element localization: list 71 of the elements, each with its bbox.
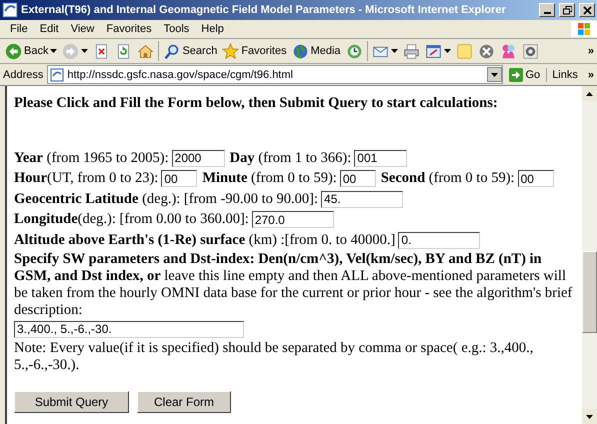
close-button[interactable]	[579, 3, 595, 17]
field-label: Geocentric Latitude (deg.): [from -90.00 to 90.00]:	[14, 190, 318, 208]
input-field[interactable]: 3.,400., 5.,-6.,-30.	[14, 320, 244, 338]
search-icon	[163, 42, 180, 60]
dropdown-arrow-icon[interactable]	[444, 49, 451, 53]
submit-button[interactable]: Submit Query	[14, 390, 129, 412]
input-field[interactable]: 00	[340, 170, 376, 188]
menu-item[interactable]: Help	[195, 23, 230, 35]
address-label: Address	[3, 68, 44, 80]
minimize-icon	[544, 12, 550, 14]
go-button[interactable]: Go	[506, 68, 542, 82]
input-field[interactable]: 45.	[321, 190, 404, 208]
dropdown-button[interactable]	[486, 67, 502, 82]
restore-icon	[562, 6, 572, 14]
field-label: Altitude above Earth's (1-Re) surface (km) :[from 0. to 40000.]	[14, 232, 396, 249]
close-icon	[582, 6, 592, 14]
links-button[interactable]: Links	[546, 68, 584, 82]
messenger-icon	[500, 42, 517, 60]
address-field[interactable]: http://nssdc.gsfc.nasa.gov/space/cgm/t96.html	[47, 65, 502, 84]
back-button[interactable]: Back	[3, 42, 60, 60]
input-field[interactable]: 0.	[398, 232, 480, 249]
home-icon	[137, 42, 154, 60]
menu-item[interactable]: View	[64, 23, 100, 35]
dropdown-arrow-icon[interactable]	[390, 49, 398, 53]
form-heading: Please Click and Fill the Form below, then Submit Query to start calculations:	[14, 94, 499, 112]
globe-icon	[292, 42, 309, 60]
input-field[interactable]: 001	[354, 150, 408, 167]
star-icon	[222, 42, 240, 60]
dropdown-arrow-icon[interactable]	[490, 72, 498, 76]
note-icon	[456, 42, 473, 60]
scrollbar-thumb[interactable]	[582, 251, 597, 333]
menu-item[interactable]: Favorites	[100, 23, 158, 35]
field-label: Minute (from 0 to 59):	[202, 170, 337, 188]
dropdown-arrow-icon[interactable]	[50, 49, 58, 53]
field-label: Year (from 1965 to 2005):	[14, 150, 169, 167]
scroll-down-button[interactable]	[582, 409, 597, 424]
menu-item[interactable]: File	[4, 23, 34, 35]
printer-icon	[402, 42, 420, 60]
note-text: Note: Every value(if it is specified) should be separated by comma or space( e.g.: 3.,400., 5.,-6.,-30.).	[14, 340, 534, 374]
menu-item[interactable]: Tools	[158, 23, 196, 35]
page-icon	[50, 68, 64, 82]
minimize-button[interactable]	[539, 3, 555, 17]
links-overflow[interactable]: »	[588, 68, 594, 80]
down-arrow-icon	[586, 414, 593, 418]
scroll-up-button[interactable]	[582, 86, 597, 101]
field-label: Longitude(deg.): [from 0.00 to 360.00]:	[14, 211, 249, 228]
media-button[interactable]: Media	[290, 42, 343, 60]
menu-item[interactable]: Edit	[34, 23, 65, 35]
restore-button[interactable]	[559, 3, 575, 17]
window-title: External(T96) and Internal Geomagnetic Field Model Parameters - Microsoft Internet Explorer	[21, 4, 507, 16]
search-button[interactable]: Search	[161, 42, 220, 60]
flag-icon	[577, 22, 591, 36]
toolbar-overflow[interactable]: »	[588, 45, 594, 57]
input-field[interactable]: 00	[518, 170, 554, 188]
dropdown-arrow-icon[interactable]	[81, 49, 88, 53]
history-icon	[346, 42, 363, 60]
field-label: Second (from 0 to 59):	[380, 170, 515, 188]
input-field[interactable]: 00	[161, 170, 198, 188]
browser-icon	[2, 2, 18, 18]
edit-page-icon	[424, 42, 442, 60]
go-arrow-icon	[508, 68, 522, 82]
field-label: Day (from 1 to 366):	[230, 150, 352, 167]
forward-button[interactable]	[60, 42, 90, 60]
up-arrow-icon	[586, 92, 593, 96]
instructions-text: Specify SW parameters and Dst-index: Den(n/cm^3), Vel(km/sec), BY and BZ (nT) in GSM, and Dst index, or leave this line empty and then ALL above-mentioned parameters will be taken from the hourly OMNI data base for the current or prior hour - see the algorithm's brief description:	[14, 250, 574, 318]
input-field[interactable]: 2000	[172, 150, 225, 167]
input-field[interactable]: 270.0	[252, 211, 334, 228]
field-label: Hour(UT, from 0 to 23):	[14, 170, 158, 188]
clear-button[interactable]: Clear Form	[137, 390, 231, 412]
favorites-button[interactable]: Favorites	[220, 42, 289, 60]
gear-icon	[522, 42, 539, 60]
